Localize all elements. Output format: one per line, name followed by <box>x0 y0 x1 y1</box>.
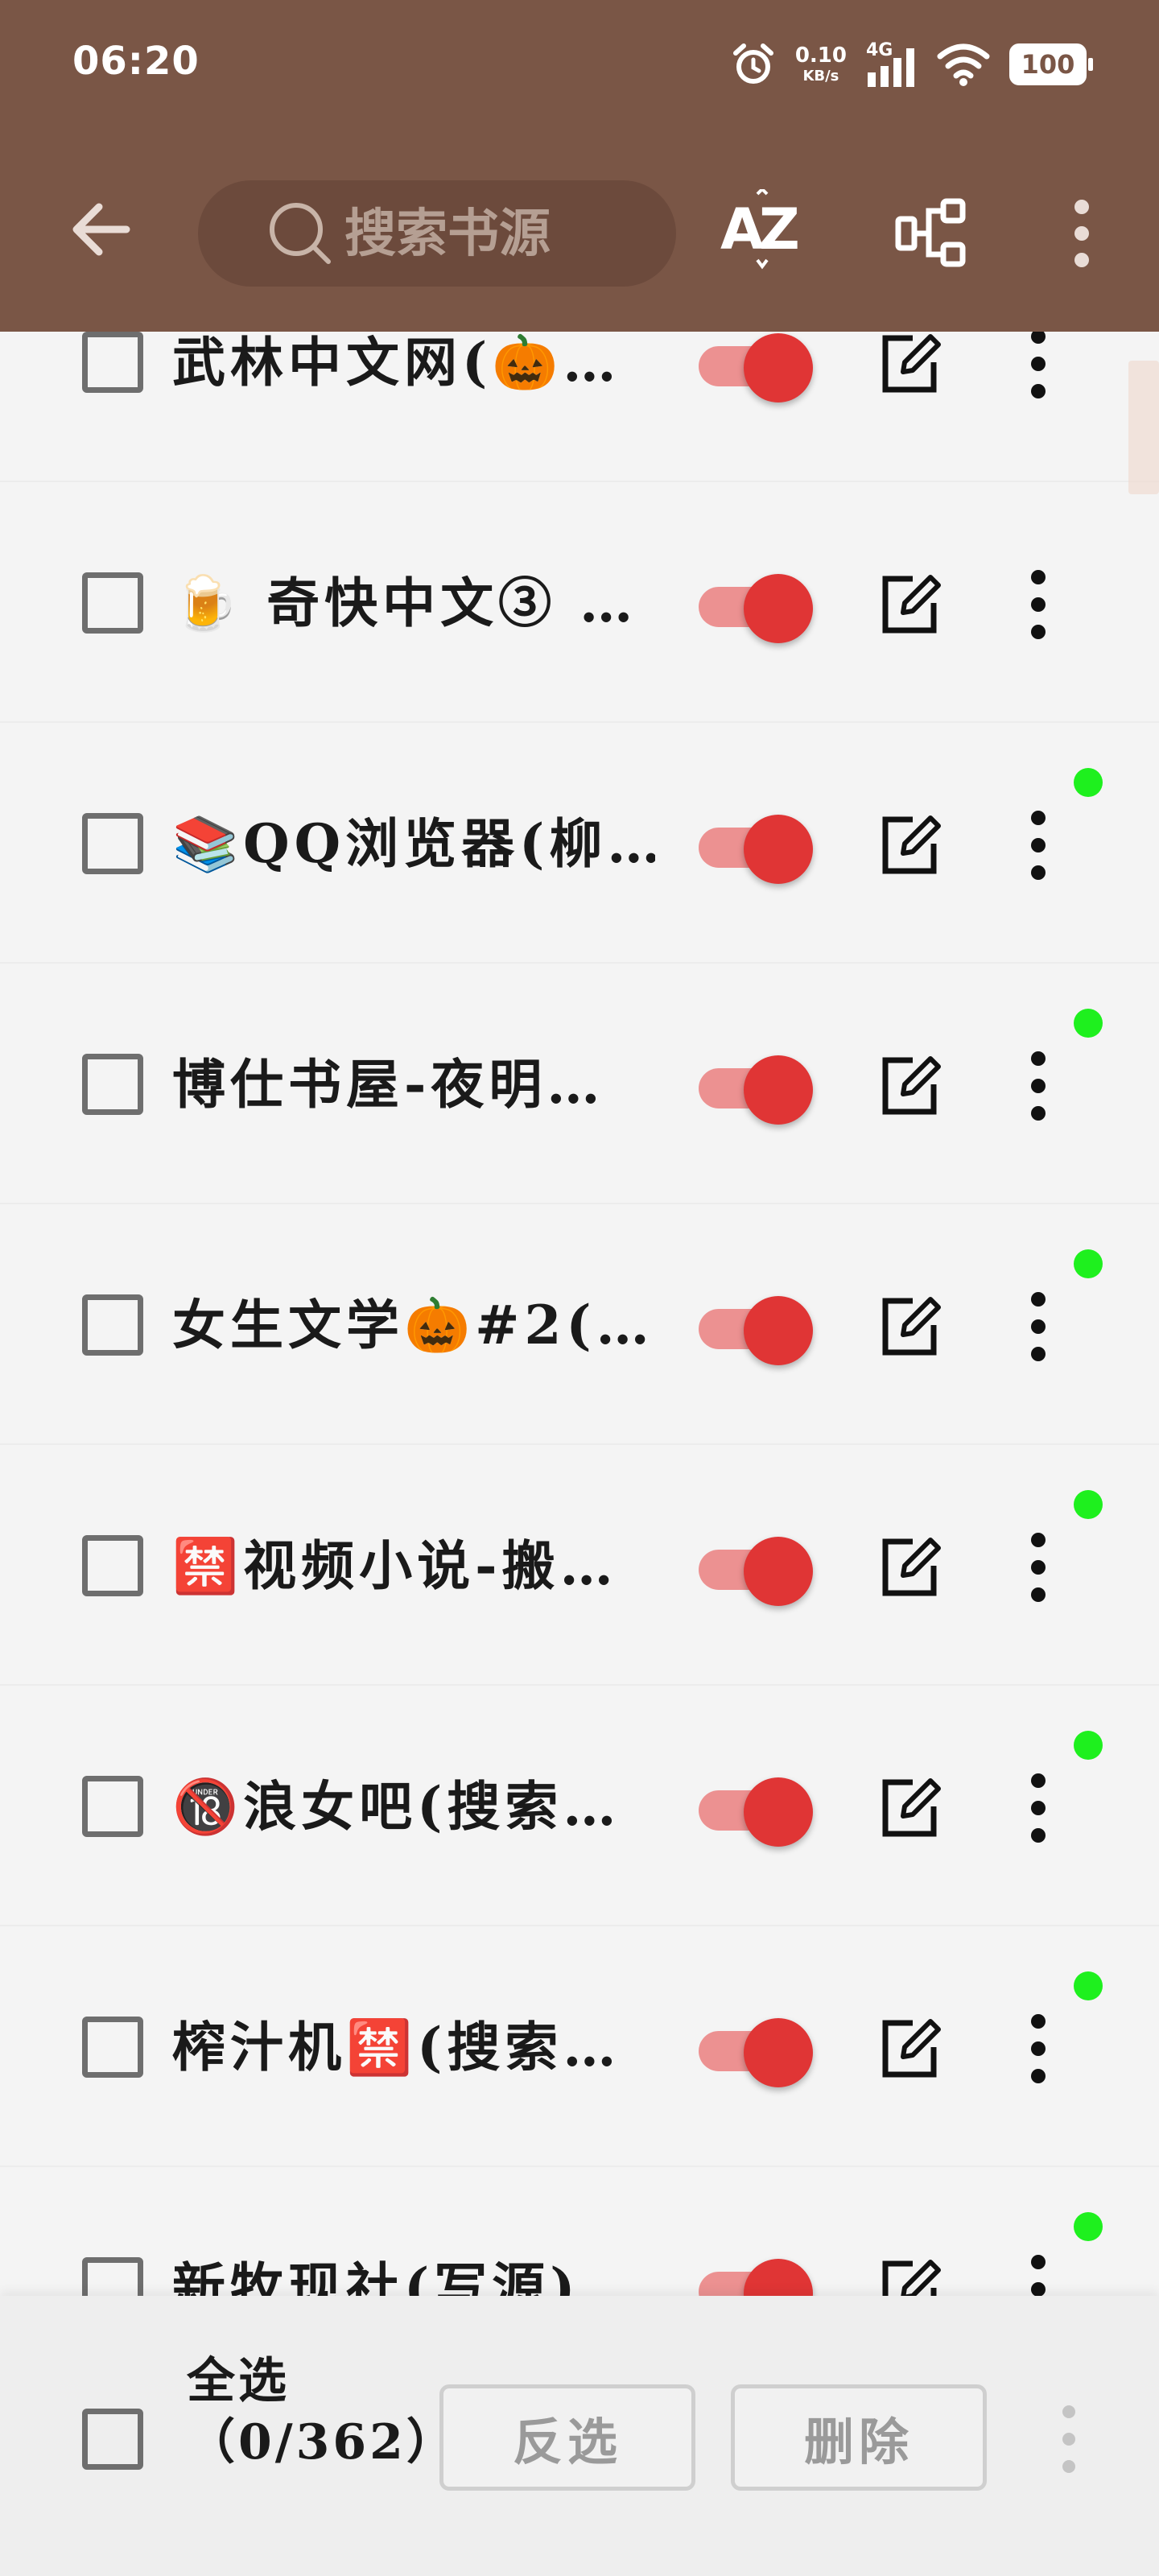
search-icon <box>270 203 331 264</box>
network-speed-value: 0.10 <box>794 43 847 68</box>
source-name: 🈲视频小说-搬… <box>172 1534 618 1597</box>
edit-icon[interactable] <box>877 2017 942 2081</box>
more-vert-icon[interactable] <box>1016 807 1061 884</box>
source-name: 榨汁机🈲(搜索… <box>172 2016 621 2079</box>
list-item[interactable]: 🍺 奇快中文③ … <box>0 482 1159 723</box>
enable-switch[interactable] <box>699 332 816 402</box>
search-input[interactable] <box>344 203 650 264</box>
status-icons: 0.10 KB/s 4G 100 <box>731 39 1093 90</box>
signal-indicator: 4G <box>866 40 918 89</box>
scrollbar-thumb[interactable] <box>1128 361 1159 494</box>
list-item[interactable]: 🔞浪女吧(搜索… <box>0 1686 1159 1926</box>
select-all-label[interactable]: 全选（0/362） <box>187 2351 455 2473</box>
battery-indicator: 100 <box>1009 43 1093 85</box>
tree-structure-icon <box>895 198 966 267</box>
more-vert-icon <box>1074 200 1089 267</box>
more-vert-icon[interactable] <box>1016 1047 1061 1125</box>
book-source-list: 武林中文网(🎃… 🍺 奇快中文③ … 📚QQ浏览器(柳… 博仕书屋-夜明… 女生… <box>0 332 1159 2296</box>
online-status-dot <box>1074 1971 1103 2000</box>
alarm-icon <box>732 43 773 84</box>
online-status-dot <box>1074 1731 1103 1760</box>
more-vert-icon[interactable] <box>1054 2401 1083 2478</box>
more-vert-icon[interactable] <box>1016 566 1061 643</box>
enable-switch[interactable] <box>699 1052 816 1125</box>
more-vert-icon[interactable] <box>1016 1288 1061 1365</box>
edit-icon[interactable] <box>877 1535 942 1600</box>
selection-bar: 全选（0/362） 反选 删除 <box>0 2296 1159 2576</box>
more-vert-icon[interactable] <box>1016 2010 1061 2087</box>
source-name: 博仕书屋-夜明… <box>172 1053 605 1116</box>
edit-icon[interactable] <box>877 1054 942 1118</box>
enable-switch[interactable] <box>699 2015 816 2087</box>
list-item[interactable]: 榨汁机🈲(搜索… <box>0 1926 1159 2167</box>
item-checkbox[interactable] <box>82 1294 143 1356</box>
item-checkbox[interactable] <box>82 572 143 634</box>
edit-icon[interactable] <box>877 2257 942 2296</box>
group-button[interactable] <box>884 185 980 282</box>
source-name: 🍺 奇快中文③ … <box>172 572 638 634</box>
edit-icon[interactable] <box>877 332 942 396</box>
enable-switch[interactable] <box>699 1534 816 1606</box>
svg-text:Z: Z <box>759 196 800 262</box>
list-item[interactable]: 📚QQ浏览器(柳… <box>0 723 1159 964</box>
app-bar: 06:20 0.10 KB/s 4G 100 搜索书源 A Z <box>0 0 1159 332</box>
enable-switch[interactable] <box>699 811 816 884</box>
enable-switch[interactable] <box>699 571 816 643</box>
source-name: 🔞浪女吧(搜索… <box>172 1775 621 1838</box>
list-item[interactable]: 博仕书屋-夜明… <box>0 964 1159 1204</box>
list-item[interactable]: 新牧现社(写源) <box>0 2167 1159 2296</box>
online-status-dot <box>1074 1009 1103 1038</box>
edit-icon[interactable] <box>877 572 942 637</box>
more-vert-icon[interactable] <box>1016 2251 1061 2296</box>
invert-selection-button[interactable]: 反选 <box>439 2384 695 2491</box>
source-name: 女生文学🎃#2(… <box>172 1294 654 1356</box>
enable-switch[interactable] <box>699 1293 816 1365</box>
item-checkbox[interactable] <box>82 1776 143 1837</box>
online-status-dot <box>1074 768 1103 797</box>
delete-button[interactable]: 删除 <box>731 2384 987 2491</box>
sort-button[interactable]: A Z <box>713 185 810 282</box>
svg-text:A: A <box>720 196 764 262</box>
network-speed: 0.10 KB/s <box>795 45 847 84</box>
more-vert-icon[interactable] <box>1016 332 1061 402</box>
edit-icon[interactable] <box>877 1776 942 1840</box>
list-item[interactable]: 女生文学🎃#2(… <box>0 1204 1159 1445</box>
overflow-menu-button[interactable] <box>1033 185 1130 282</box>
online-status-dot <box>1074 1490 1103 1519</box>
edit-icon[interactable] <box>877 1294 942 1359</box>
search-box[interactable] <box>198 180 676 287</box>
item-checkbox[interactable] <box>82 813 143 874</box>
cellular-signal-icon <box>868 48 914 87</box>
sort-az-icon: A Z <box>720 189 800 270</box>
item-checkbox[interactable] <box>82 1535 143 1596</box>
source-name: 新牧现社(写源) <box>172 2256 580 2296</box>
item-checkbox[interactable] <box>82 1054 143 1115</box>
arrow-back-icon <box>72 203 130 256</box>
online-status-dot <box>1074 2212 1103 2241</box>
item-checkbox[interactable] <box>82 2017 143 2078</box>
edit-icon[interactable] <box>877 813 942 877</box>
item-checkbox[interactable] <box>82 2257 143 2296</box>
source-name: 武林中文网(🎃… <box>172 332 621 394</box>
enable-switch[interactable] <box>699 2256 816 2296</box>
list-item[interactable]: 武林中文网(🎃… <box>0 332 1159 482</box>
source-name: 📚QQ浏览器(柳… <box>172 812 655 875</box>
wifi-icon <box>937 43 990 86</box>
back-button[interactable] <box>64 193 137 266</box>
more-vert-icon[interactable] <box>1016 1529 1061 1606</box>
status-time: 06:20 <box>72 39 200 84</box>
item-checkbox[interactable] <box>82 332 143 393</box>
list-item[interactable]: 🈲视频小说-搬… <box>0 1445 1159 1686</box>
more-vert-icon[interactable] <box>1016 1769 1061 1847</box>
select-all-checkbox[interactable] <box>82 2409 143 2470</box>
online-status-dot <box>1074 1249 1103 1278</box>
network-speed-unit: KB/s <box>802 68 839 85</box>
enable-switch[interactable] <box>699 1774 816 1847</box>
